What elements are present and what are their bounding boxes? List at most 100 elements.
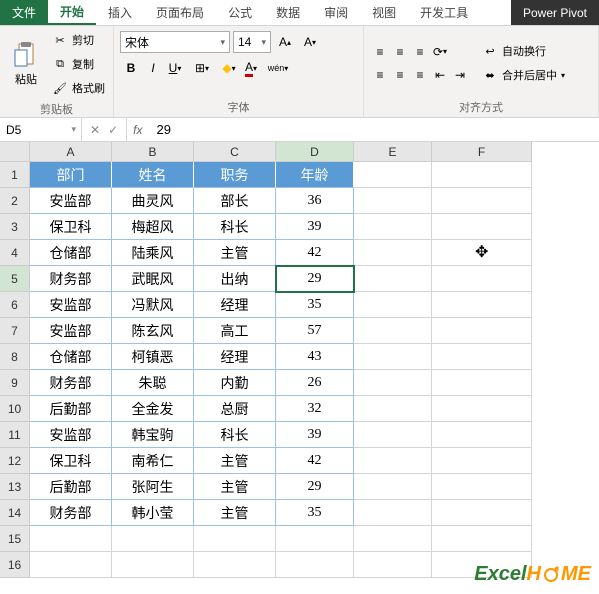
cell[interactable] xyxy=(432,474,532,500)
row-header[interactable]: 14 xyxy=(0,500,30,526)
cell[interactable] xyxy=(432,266,532,292)
cell[interactable]: 朱聪 xyxy=(112,370,194,396)
tab-formula[interactable]: 公式 xyxy=(216,0,264,25)
cell[interactable]: 梅超风 xyxy=(112,214,194,240)
increase-font-button[interactable]: A▴ xyxy=(274,31,296,53)
format-painter-button[interactable]: 🖌格式刷 xyxy=(50,77,107,99)
cell[interactable]: 35 xyxy=(276,292,354,318)
cell[interactable] xyxy=(354,526,432,552)
cell[interactable]: 南希仁 xyxy=(112,448,194,474)
cell[interactable] xyxy=(354,552,432,578)
row-header[interactable]: 3 xyxy=(0,214,30,240)
name-box[interactable]: D5 xyxy=(0,118,82,141)
cell[interactable]: 科长 xyxy=(194,422,276,448)
cell[interactable]: 安监部 xyxy=(30,422,112,448)
cell[interactable]: 保卫科 xyxy=(30,214,112,240)
cell[interactable]: 安监部 xyxy=(30,318,112,344)
cell[interactable] xyxy=(432,318,532,344)
cell[interactable]: 36 xyxy=(276,188,354,214)
decrease-font-button[interactable]: A▾ xyxy=(299,31,321,53)
cell[interactable] xyxy=(194,526,276,552)
cell[interactable]: 35 xyxy=(276,500,354,526)
cell[interactable]: 39 xyxy=(276,422,354,448)
cell[interactable]: 姓名 xyxy=(112,162,194,188)
wrap-text-button[interactable]: ↩自动换行 xyxy=(480,40,567,62)
fill-color-button[interactable]: ◆▾ xyxy=(218,57,240,79)
merge-center-button[interactable]: ⬌合并后居中▾ xyxy=(480,64,567,86)
column-header-C[interactable]: C xyxy=(194,142,276,162)
cell[interactable] xyxy=(432,344,532,370)
cell[interactable]: 曲灵风 xyxy=(112,188,194,214)
cancel-formula-button[interactable]: ✕ xyxy=(90,123,100,137)
row-header[interactable]: 12 xyxy=(0,448,30,474)
cell[interactable]: 安监部 xyxy=(30,188,112,214)
row-header[interactable]: 2 xyxy=(0,188,30,214)
cell[interactable] xyxy=(354,214,432,240)
border-button[interactable]: ⊞▾ xyxy=(191,57,213,79)
cell[interactable]: 29 xyxy=(276,474,354,500)
formula-input[interactable]: 29 xyxy=(148,118,599,141)
cell[interactable] xyxy=(354,188,432,214)
tab-review[interactable]: 审阅 xyxy=(312,0,360,25)
cell[interactable]: 张阿生 xyxy=(112,474,194,500)
underline-button[interactable]: U▾ xyxy=(164,57,186,79)
cell[interactable]: 内勤 xyxy=(194,370,276,396)
cell[interactable] xyxy=(432,214,532,240)
row-header[interactable]: 15 xyxy=(0,526,30,552)
cell[interactable]: 仓储部 xyxy=(30,344,112,370)
font-name-select[interactable]: 宋体 xyxy=(120,31,230,53)
italic-button[interactable]: I xyxy=(142,57,164,79)
tab-power-pivot[interactable]: Power Pivot xyxy=(511,0,599,25)
cell[interactable] xyxy=(432,526,532,552)
increase-indent-button[interactable]: ⇥ xyxy=(450,65,470,85)
cell[interactable]: 陆乘风 xyxy=(112,240,194,266)
cell[interactable]: 财务部 xyxy=(30,500,112,526)
row-header[interactable]: 5 xyxy=(0,266,30,292)
row-header[interactable]: 4 xyxy=(0,240,30,266)
cell[interactable]: 主管 xyxy=(194,448,276,474)
select-all-corner[interactable] xyxy=(0,142,30,162)
cell[interactable]: 主管 xyxy=(194,240,276,266)
tab-layout[interactable]: 页面布局 xyxy=(144,0,216,25)
fx-icon[interactable]: fx xyxy=(127,118,148,141)
column-header-A[interactable]: A xyxy=(30,142,112,162)
row-header[interactable]: 7 xyxy=(0,318,30,344)
cell[interactable]: 后勤部 xyxy=(30,474,112,500)
bold-button[interactable]: B xyxy=(120,57,142,79)
cell[interactable] xyxy=(354,422,432,448)
row-header[interactable]: 10 xyxy=(0,396,30,422)
cell[interactable]: 高工 xyxy=(194,318,276,344)
cell[interactable]: 出纳 xyxy=(194,266,276,292)
cell[interactable]: 职务 xyxy=(194,162,276,188)
tab-home[interactable]: 开始 xyxy=(48,0,96,25)
row-header[interactable]: 16 xyxy=(0,552,30,578)
cell[interactable]: 57 xyxy=(276,318,354,344)
confirm-formula-button[interactable]: ✓ xyxy=(108,123,118,137)
column-header-E[interactable]: E xyxy=(354,142,432,162)
font-size-select[interactable]: 14 xyxy=(233,31,271,53)
tab-file[interactable]: 文件 xyxy=(0,0,48,25)
copy-button[interactable]: ⧉复制 xyxy=(50,53,107,75)
cell[interactable] xyxy=(354,370,432,396)
cell[interactable]: 后勤部 xyxy=(30,396,112,422)
paste-button[interactable]: 粘贴 xyxy=(6,29,46,99)
align-middle-button[interactable]: ≡ xyxy=(390,42,410,62)
tab-data[interactable]: 数据 xyxy=(264,0,312,25)
tab-view[interactable]: 视图 xyxy=(360,0,408,25)
cell[interactable]: 保卫科 xyxy=(30,448,112,474)
cell[interactable] xyxy=(112,526,194,552)
cell[interactable]: 财务部 xyxy=(30,370,112,396)
cell[interactable]: 42 xyxy=(276,448,354,474)
cell[interactable] xyxy=(354,500,432,526)
cell[interactable] xyxy=(432,448,532,474)
cell[interactable]: 主管 xyxy=(194,474,276,500)
cell[interactable] xyxy=(30,552,112,578)
font-color-button[interactable]: A▾ xyxy=(240,57,262,79)
row-header[interactable]: 9 xyxy=(0,370,30,396)
cell[interactable] xyxy=(354,448,432,474)
cell[interactable]: 全金发 xyxy=(112,396,194,422)
cell[interactable]: 韩小莹 xyxy=(112,500,194,526)
cell[interactable] xyxy=(276,552,354,578)
phonetic-button[interactable]: wén▾ xyxy=(267,57,289,79)
column-header-F[interactable]: F xyxy=(432,142,532,162)
